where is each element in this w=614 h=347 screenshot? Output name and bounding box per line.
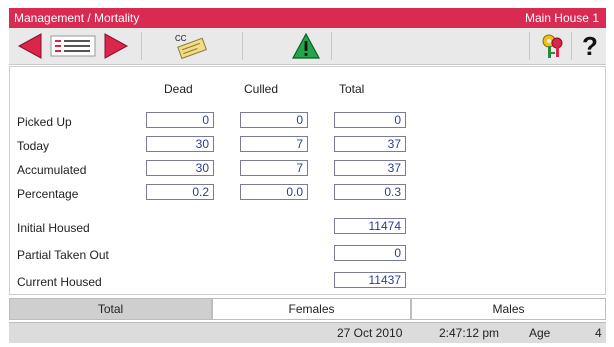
tab-bar: Total Females Males [9, 298, 606, 320]
arrow-left-icon[interactable] [17, 32, 43, 60]
column-header-total: Total [339, 82, 365, 96]
toolbar-separator [242, 32, 243, 60]
picked-up-total-field: 0 [334, 112, 406, 128]
toolbar-separator [571, 32, 572, 60]
row-label-accumulated: Accumulated [17, 163, 87, 177]
accumulated-culled-field: 7 [240, 160, 308, 176]
warning-icon[interactable] [291, 32, 321, 60]
tab-total[interactable]: Total [9, 298, 212, 320]
tab-females[interactable]: Females [212, 298, 411, 320]
status-age-label: Age [529, 326, 551, 340]
picked-up-dead-field[interactable]: 0 [146, 112, 214, 128]
house-name: Main House 1 [524, 11, 599, 25]
initial-housed-label: Initial Housed [17, 221, 90, 235]
current-housed-field: 11437 [334, 272, 406, 288]
today-dead-field: 30 [146, 136, 214, 152]
screen-title: Management / Mortality [14, 11, 140, 25]
status-age-value: 4 [595, 326, 602, 340]
percentage-total-field: 0.3 [334, 184, 406, 200]
column-header-dead: Dead [164, 82, 193, 96]
partial-taken-out-field[interactable]: 0 [334, 245, 406, 261]
cc-label: CC [175, 34, 187, 43]
toolbar: CC ? [9, 28, 606, 65]
today-culled-field: 7 [240, 136, 308, 152]
accumulated-dead-field: 30 [146, 160, 214, 176]
title-bar: Management / Mortality Main House 1 [9, 8, 606, 28]
toolbar-separator [529, 32, 530, 60]
arrow-right-icon[interactable] [103, 32, 129, 60]
keys-icon[interactable] [539, 32, 567, 60]
toolbar-separator [331, 32, 332, 60]
status-time: 2:47:12 pm [439, 326, 500, 340]
partial-taken-out-label: Partial Taken Out [17, 248, 109, 262]
accumulated-total-field: 37 [334, 160, 406, 176]
initial-housed-field[interactable]: 11474 [334, 218, 406, 234]
cc-icon[interactable]: CC [171, 32, 211, 60]
row-label-percentage: Percentage [17, 187, 79, 201]
column-header-culled: Culled [244, 82, 279, 96]
today-total-field: 37 [334, 136, 406, 152]
percentage-culled-field: 0.0 [240, 184, 308, 200]
picked-up-culled-field[interactable]: 0 [240, 112, 308, 128]
row-label-today: Today [17, 139, 50, 153]
status-bar: 27 Oct 2010 2:47:12 pm Age 4 [9, 322, 606, 343]
list-icon[interactable] [48, 32, 98, 60]
current-housed-label: Current Housed [17, 275, 102, 289]
tab-males[interactable]: Males [411, 298, 606, 320]
help-button[interactable]: ? [579, 32, 601, 60]
row-label-picked-up: Picked Up [17, 115, 72, 129]
percentage-dead-field: 0.2 [146, 184, 214, 200]
toolbar-separator [141, 32, 142, 60]
status-date: 27 Oct 2010 [337, 326, 403, 340]
